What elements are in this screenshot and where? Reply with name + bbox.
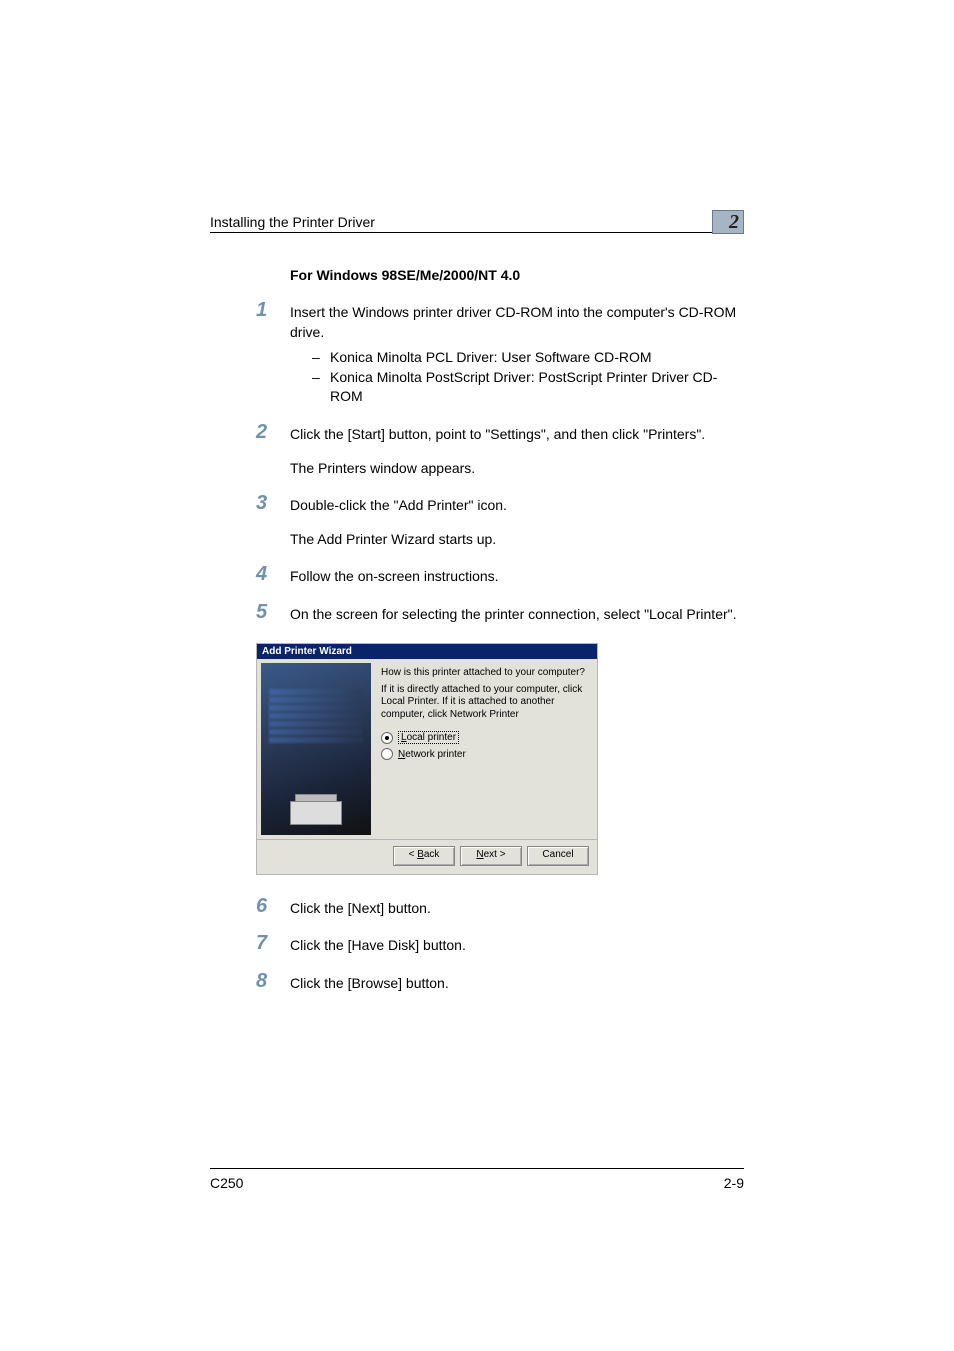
step-result: The Printers window appears. <box>290 459 744 479</box>
bullet-dash: – <box>312 368 330 407</box>
footer-page-number: 2-9 <box>724 1175 744 1191</box>
step-text: Click the [Next] button. <box>290 899 744 919</box>
step-result: The Add Printer Wizard starts up. <box>290 530 744 550</box>
step-text: Double-click the "Add Printer" icon. <box>290 496 744 516</box>
radio-network-printer[interactable]: Network printer <box>381 748 587 760</box>
wizard-explain: If it is directly attached to your compu… <box>381 684 587 722</box>
radio-icon <box>381 732 393 744</box>
wizard-question: How is this printer attached to your com… <box>381 667 587 678</box>
step-number: 4 <box>256 563 267 586</box>
section-heading: For Windows 98SE/Me/2000/NT 4.0 <box>290 267 744 283</box>
step-number: 8 <box>256 970 267 993</box>
page-header-title: Installing the Printer Driver <box>210 214 375 230</box>
step-text: On the screen for selecting the printer … <box>290 605 744 625</box>
radio-icon <box>381 748 393 760</box>
step-text: Follow the on-screen instructions. <box>290 567 744 587</box>
step-text: Click the [Browse] button. <box>290 974 744 994</box>
step-number: 5 <box>256 601 267 624</box>
bullet-dash: – <box>312 348 330 368</box>
step-number: 3 <box>256 492 267 515</box>
wizard-titlebar: Add Printer Wizard <box>257 644 597 659</box>
add-printer-wizard-window: Add Printer Wizard <box>256 643 598 875</box>
cancel-button[interactable]: Cancel <box>527 846 589 866</box>
next-button[interactable]: Next > <box>460 846 522 866</box>
step-number: 2 <box>256 421 267 444</box>
footer-model: C250 <box>210 1175 243 1191</box>
radio-local-printer[interactable]: Local printer <box>381 731 587 744</box>
step-text: Click the [Have Disk] button. <box>290 936 744 956</box>
wizard-side-graphic <box>261 663 371 835</box>
chapter-tab: 2 <box>712 210 744 234</box>
sub-item-text: Konica Minolta PCL Driver: User Software… <box>330 348 652 368</box>
sub-item-text: Konica Minolta PostScript Driver: PostSc… <box>330 368 744 407</box>
step-text: Click the [Start] button, point to "Sett… <box>290 425 744 445</box>
chapter-number: 2 <box>729 211 739 234</box>
back-button[interactable]: < Back <box>393 846 455 866</box>
step-number: 1 <box>256 299 267 322</box>
step-number: 6 <box>256 895 267 918</box>
printer-icon <box>290 794 342 825</box>
step-text: Insert the Windows printer driver CD-ROM… <box>290 303 744 342</box>
step-number: 7 <box>256 932 267 955</box>
